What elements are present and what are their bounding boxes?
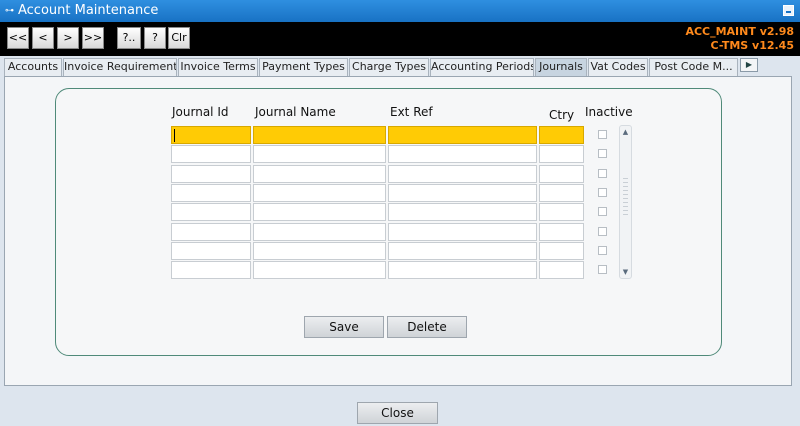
inactive-checkbox[interactable] bbox=[598, 188, 607, 197]
scroll-up-icon[interactable]: ▲ bbox=[620, 126, 631, 138]
tab-strip: Accounts Invoice Requirements Invoice Te… bbox=[0, 58, 800, 76]
ext-ref-cell[interactable] bbox=[388, 165, 537, 183]
journal-name-cell[interactable] bbox=[253, 223, 386, 241]
tab-scroll-right-icon[interactable]: ▶ bbox=[740, 58, 758, 72]
ext-ref-cell[interactable] bbox=[388, 126, 537, 144]
journal-id-cell[interactable] bbox=[171, 242, 251, 260]
header-inactive: Inactive bbox=[585, 105, 633, 119]
journal-id-cell[interactable] bbox=[171, 165, 251, 183]
version-info: ACC_MAINT v2.98 C-TMS v12.45 bbox=[685, 25, 794, 53]
text-cursor bbox=[174, 129, 175, 142]
ctry-cell[interactable] bbox=[539, 126, 584, 144]
clear-button[interactable]: Clr bbox=[168, 27, 190, 49]
journal-name-cell[interactable] bbox=[253, 126, 386, 144]
ctry-cell[interactable] bbox=[539, 242, 584, 260]
delete-button[interactable]: Delete bbox=[387, 316, 467, 338]
header-ctry: Ctry bbox=[549, 108, 575, 122]
journal-name-cell[interactable] bbox=[253, 145, 386, 163]
tab-accounting-periods[interactable]: Accounting Periods bbox=[430, 58, 534, 76]
tab-charge-types[interactable]: Charge Types bbox=[349, 58, 429, 76]
minimize-button[interactable] bbox=[783, 5, 794, 16]
journal-id-cell[interactable] bbox=[171, 145, 251, 163]
inactive-checkbox[interactable] bbox=[598, 227, 607, 236]
ctry-cell[interactable] bbox=[539, 184, 584, 202]
system-version: C-TMS v12.45 bbox=[710, 39, 794, 52]
tab-post-code-m[interactable]: Post Code M... bbox=[649, 58, 738, 76]
tab-invoice-requirements[interactable]: Invoice Requirements bbox=[63, 58, 177, 76]
inactive-checkbox[interactable] bbox=[598, 149, 607, 158]
journal-name-cell[interactable] bbox=[253, 203, 386, 221]
next-record-button[interactable]: > bbox=[57, 27, 79, 49]
toolbar: << < > >> ?.. ? Clr ACC_MAINT v2.98 C-TM… bbox=[0, 22, 800, 56]
journal-name-cell[interactable] bbox=[253, 261, 386, 279]
journal-name-cell[interactable] bbox=[253, 184, 386, 202]
inactive-checkbox[interactable] bbox=[598, 169, 607, 178]
app-version: ACC_MAINT v2.98 bbox=[685, 25, 794, 38]
journal-id-cell[interactable] bbox=[171, 126, 251, 144]
header-journal-name: Journal Name bbox=[255, 105, 336, 119]
header-journal-id: Journal Id bbox=[172, 105, 229, 119]
ctry-cell[interactable] bbox=[539, 165, 584, 183]
last-record-button[interactable]: >> bbox=[82, 27, 104, 49]
journal-name-cell[interactable] bbox=[253, 165, 386, 183]
ext-ref-cell[interactable] bbox=[388, 203, 537, 221]
grid-scrollbar[interactable]: ▲ ▼ bbox=[619, 125, 632, 279]
help-button[interactable]: ? bbox=[144, 27, 166, 49]
ctry-cell[interactable] bbox=[539, 145, 584, 163]
ctry-cell[interactable] bbox=[539, 203, 584, 221]
tab-journals[interactable]: Journals bbox=[535, 58, 587, 76]
ext-ref-cell[interactable] bbox=[388, 184, 537, 202]
inactive-checkbox[interactable] bbox=[598, 207, 607, 216]
ext-ref-cell[interactable] bbox=[388, 223, 537, 241]
ext-ref-cell[interactable] bbox=[388, 145, 537, 163]
ext-ref-cell[interactable] bbox=[388, 242, 537, 260]
window-title: Account Maintenance bbox=[18, 3, 159, 18]
inactive-checkbox[interactable] bbox=[598, 265, 607, 274]
journal-id-cell[interactable] bbox=[171, 184, 251, 202]
window-menu-icon[interactable]: ⊶ bbox=[5, 0, 14, 22]
title-bar: ⊶ Account Maintenance bbox=[0, 0, 800, 22]
ctry-cell[interactable] bbox=[539, 261, 584, 279]
save-button[interactable]: Save bbox=[304, 316, 384, 338]
tab-payment-types[interactable]: Payment Types bbox=[259, 58, 348, 76]
tab-vat-codes[interactable]: Vat Codes bbox=[588, 58, 648, 76]
ext-ref-cell[interactable] bbox=[388, 261, 537, 279]
first-record-button[interactable]: << bbox=[7, 27, 29, 49]
inactive-checkbox[interactable] bbox=[598, 130, 607, 139]
scroll-down-icon[interactable]: ▼ bbox=[620, 266, 631, 278]
tab-accounts[interactable]: Accounts bbox=[4, 58, 62, 76]
tab-invoice-terms[interactable]: Invoice Terms bbox=[178, 58, 258, 76]
previous-record-button[interactable]: < bbox=[32, 27, 54, 49]
header-ext-ref: Ext Ref bbox=[390, 105, 433, 119]
scroll-grip[interactable] bbox=[623, 178, 628, 218]
journal-id-cell[interactable] bbox=[171, 261, 251, 279]
query-button[interactable]: ?.. bbox=[117, 27, 141, 49]
inactive-checkbox[interactable] bbox=[598, 246, 607, 255]
journal-id-cell[interactable] bbox=[171, 203, 251, 221]
journal-id-cell[interactable] bbox=[171, 223, 251, 241]
journal-name-cell[interactable] bbox=[253, 242, 386, 260]
close-button[interactable]: Close bbox=[357, 402, 438, 424]
ctry-cell[interactable] bbox=[539, 223, 584, 241]
